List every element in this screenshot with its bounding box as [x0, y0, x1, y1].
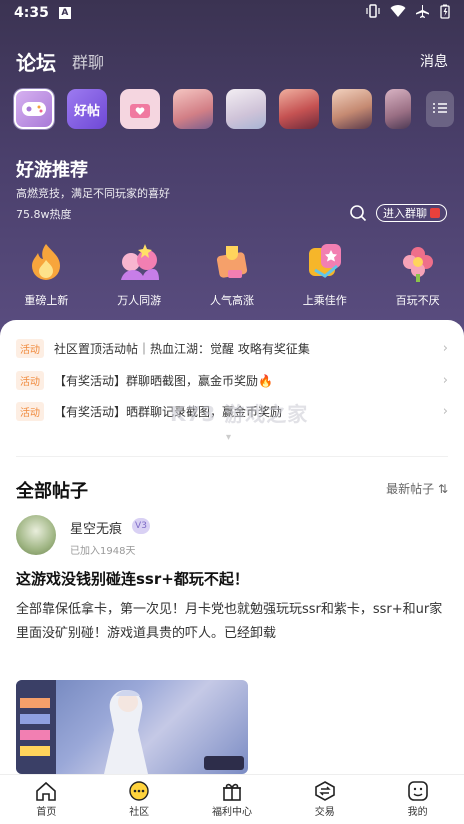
status-bar: 4:35 A: [0, 0, 464, 26]
category-label: 万人同游: [117, 294, 162, 307]
watermark: K73 游戏之家: [170, 402, 309, 426]
tab-label: 我的: [407, 807, 428, 818]
activity-badge: 活动: [16, 338, 44, 358]
game-icon-heart[interactable]: [120, 89, 160, 129]
chevron-down-icon[interactable]: ▾: [226, 432, 231, 443]
community-icon: [129, 781, 149, 801]
tab-profile[interactable]: 我的: [371, 775, 464, 824]
avatar[interactable]: [16, 515, 56, 555]
vibrate-icon: [366, 4, 380, 22]
tab-home[interactable]: 首页: [0, 775, 93, 824]
notice-row[interactable]: 活动 【有奖活动】群聊晒截图，赢金币奖励🔥 ›: [16, 369, 448, 391]
more-games-button[interactable]: [426, 91, 454, 127]
level-badge: V3: [132, 518, 150, 534]
recommend-title: 好游推荐: [16, 160, 88, 181]
category-label: 百玩不厌: [395, 294, 440, 307]
notice-text: 【有奖活动】群聊晒截图，赢金币奖励🔥: [54, 373, 273, 388]
post-body[interactable]: 全部靠保低拿卡，第一次见！月卡党也就勉强玩玩ssr和紫卡，ssr+和ur家里面没…: [16, 598, 448, 646]
gamepad-icon: [16, 91, 52, 127]
tab-welfare[interactable]: 福利中心: [186, 775, 279, 824]
status-time: 4:35: [14, 5, 49, 21]
profile-icon: [407, 781, 428, 801]
tab-label: 交易: [314, 807, 335, 818]
battery-icon: [440, 4, 450, 23]
star-badge-icon: [303, 240, 347, 284]
recommend-heat: 75.8w热度: [16, 208, 72, 221]
home-icon: [36, 781, 57, 801]
category-item[interactable]: 上乘佳作: [278, 240, 371, 308]
trophy-icon: [210, 240, 254, 284]
list-menu-icon: [432, 100, 448, 119]
tab-community[interactable]: 社区: [93, 775, 186, 824]
search-icon[interactable]: [349, 204, 367, 222]
crowd-icon: [117, 240, 161, 284]
tab-trade[interactable]: 交易: [278, 775, 371, 824]
join-group-chat-button[interactable]: 进入群聊: [376, 204, 447, 222]
fire-icon: [24, 240, 68, 284]
tab-forum[interactable]: 论坛: [16, 47, 56, 76]
game-art-2[interactable]: [226, 89, 266, 129]
flower-icon: [396, 240, 440, 284]
heart-hand-icon: [120, 89, 160, 129]
post-title[interactable]: 这游戏没钱别碰连ssr+都玩不起！: [16, 568, 249, 589]
haotie-icon: 好帖: [73, 103, 100, 119]
game-screenshot-illustration: [16, 680, 244, 774]
tab-label: 社区: [129, 807, 150, 818]
join-group-label: 进入群聊: [383, 207, 427, 220]
notice-text: 社区置顶活动帖｜热血江湖：觉醒 攻略有奖征集: [54, 341, 310, 356]
bottom-tab-bar: 首页 社区 福利中心 交易 我的: [0, 774, 464, 824]
category-item[interactable]: 百玩不厌: [371, 240, 464, 308]
notice-row[interactable]: 活动 社区置顶活动帖｜热血江湖：觉醒 攻略有奖征集 ›: [16, 337, 448, 359]
chevron-right-icon: ›: [442, 340, 448, 356]
messages-link[interactable]: 消息: [420, 51, 448, 71]
hero-header: 4:35 A 论坛 群聊 消息 好帖 好游推荐 高燃竞技，满足不同玩家的喜好 7…: [0, 0, 464, 340]
notification-a-icon: A: [58, 7, 71, 19]
category-item[interactable]: 人气高涨: [186, 240, 279, 308]
chevron-right-icon: ›: [442, 372, 448, 388]
game-art-5[interactable]: [385, 89, 411, 129]
category-label: 重磅上新: [24, 294, 69, 307]
tab-group-chat[interactable]: 群聊: [72, 49, 104, 73]
category-label: 人气高涨: [209, 294, 254, 307]
post-join-days: 已加入1948天: [70, 546, 136, 557]
wifi-icon: [390, 4, 406, 22]
exchange-icon: [314, 781, 335, 801]
game-art-4[interactable]: [332, 89, 372, 129]
game-icon-gamepad[interactable]: [14, 89, 54, 129]
top-navigation: 论坛 群聊 消息: [16, 46, 448, 76]
game-icon-haotie[interactable]: 好帖: [67, 89, 107, 129]
game-art-1[interactable]: [173, 89, 213, 129]
recommend-subtitle: 高燃竞技，满足不同玩家的喜好: [16, 187, 170, 200]
post-image[interactable]: [16, 680, 248, 774]
activity-badge: 活动: [16, 401, 44, 421]
chevron-right-icon: ›: [442, 403, 448, 419]
category-item[interactable]: 重磅上新: [0, 240, 93, 308]
airplane-icon: [416, 4, 430, 22]
activity-badge: 活动: [16, 370, 44, 390]
divider: [16, 456, 448, 457]
category-item[interactable]: 万人同游: [93, 240, 186, 308]
sort-toggle[interactable]: 最新帖子 ⇅: [386, 480, 448, 497]
post-author[interactable]: 星空无痕: [70, 518, 122, 537]
status-icons: [366, 4, 450, 23]
red-tag-icon: [430, 208, 440, 218]
category-label: 上乘佳作: [302, 294, 347, 307]
tab-label: 福利中心: [211, 807, 252, 818]
gift-icon: [222, 783, 241, 801]
tab-label: 首页: [36, 807, 57, 818]
game-icon-row: 好帖: [14, 88, 454, 130]
category-row: 重磅上新 万人同游 人气高涨 上乘佳作 百玩不厌: [0, 240, 464, 308]
game-art-3[interactable]: [279, 89, 319, 129]
section-title: 全部帖子: [16, 481, 88, 502]
